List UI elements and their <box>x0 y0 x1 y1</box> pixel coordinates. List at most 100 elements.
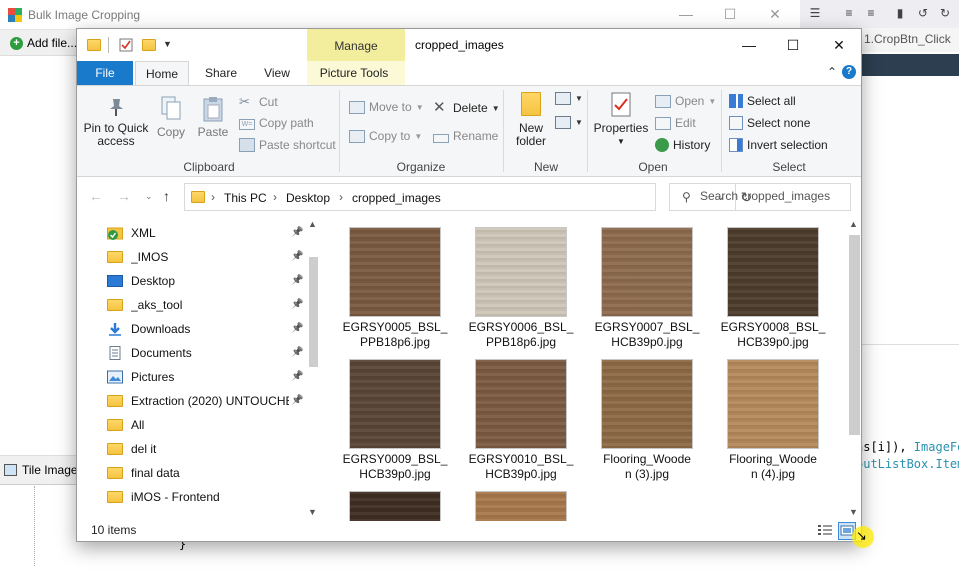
history-button[interactable]: History <box>655 138 710 152</box>
pin-icon[interactable]: 📌 <box>291 227 303 238</box>
pin-icon[interactable]: 📌 <box>291 371 303 382</box>
copy-to-button[interactable]: Copy to ▼ <box>349 129 422 143</box>
delete-button[interactable]: ✕ Delete ▼ <box>433 100 500 116</box>
folder-icon <box>107 395 123 407</box>
nav-item[interactable]: Documents <box>107 341 307 365</box>
file-item[interactable] <box>459 491 583 521</box>
help-icon[interactable]: ? <box>842 65 856 79</box>
pin-to-quick-access-button[interactable]: Pin to Quick access <box>83 96 149 148</box>
customize-quick-access-icon[interactable]: ▼ <box>163 39 177 53</box>
invert-selection-icon <box>729 138 743 152</box>
pin-icon[interactable]: 📌 <box>291 347 303 358</box>
ide-bookmark-icon[interactable]: ▮ <box>893 6 907 20</box>
scrollbar-thumb[interactable] <box>849 235 860 435</box>
scroll-up-arrow[interactable]: ▲ <box>308 219 317 229</box>
file-item[interactable]: EGRSY0010_BSL_ HCB39p0.jpg <box>459 359 583 482</box>
tab-file[interactable]: File <box>77 61 133 85</box>
file-item[interactable]: Flooring_Woode n (4).jpg <box>711 359 835 482</box>
file-item[interactable]: EGRSY0006_BSL_ PPB18p6.jpg <box>459 227 583 350</box>
add-file-button[interactable]: + Add file... <box>10 36 77 50</box>
search-box[interactable]: ⚲ <box>669 183 851 211</box>
scroll-down-arrow[interactable]: ▼ <box>308 507 317 517</box>
new-folder-quick-icon[interactable] <box>142 39 156 51</box>
nav-item[interactable]: final data <box>107 461 307 485</box>
pin-icon[interactable]: 📌 <box>291 395 303 406</box>
wood-grain-texture <box>728 360 818 448</box>
bg-close-button[interactable]: ✕ <box>765 4 785 24</box>
pin-icon[interactable]: 📌 <box>291 275 303 286</box>
open-button[interactable]: Open ▼ <box>655 94 716 108</box>
breadcrumb-cropped-images[interactable]: cropped_images <box>352 191 441 205</box>
ide-indent-icon[interactable]: ≡ <box>864 6 878 20</box>
pin-icon[interactable]: 📌 <box>291 251 303 262</box>
breadcrumb-this-pc[interactable]: This PC <box>224 191 267 205</box>
nav-item[interactable]: Downloads <box>107 317 307 341</box>
recent-locations-button[interactable]: ⌄ <box>145 191 153 202</box>
minimize-button[interactable]: — <box>736 33 762 57</box>
ide-prev-bookmark-icon[interactable]: ↺ <box>916 6 930 20</box>
nav-item[interactable]: del it <box>107 437 307 461</box>
file-item[interactable]: EGRSY0008_BSL_ HCB39p0.jpg <box>711 227 835 350</box>
forward-button[interactable]: → <box>117 188 131 204</box>
new-item-icon <box>555 92 571 105</box>
scrollbar-thumb[interactable] <box>309 257 318 367</box>
new-item-button[interactable]: ▼ <box>555 92 583 105</box>
cut-button[interactable]: ✂ Cut <box>239 94 278 110</box>
file-item[interactable]: Flooring_Woode n (3).jpg <box>585 359 709 482</box>
copy-path-button[interactable]: W= Copy path <box>239 116 314 130</box>
nav-item[interactable]: _aks_tool <box>107 293 307 317</box>
details-view-button[interactable] <box>817 522 835 540</box>
file-item[interactable]: EGRSY0005_BSL_ PPB18p6.jpg <box>333 227 457 350</box>
ide-next-bookmark-icon[interactable]: ↻ <box>938 6 952 20</box>
nav-item[interactable]: iMOS - Frontend <box>107 485 307 509</box>
collapse-ribbon-icon[interactable]: ⌃ <box>827 65 837 79</box>
nav-item[interactable]: Desktop <box>107 269 307 293</box>
properties-button[interactable]: Properties ▼ <box>591 92 651 148</box>
pin-icon[interactable]: 📌 <box>291 299 303 310</box>
edit-button[interactable]: Edit <box>655 116 696 130</box>
tab-picture-tools[interactable]: Picture Tools <box>309 61 399 85</box>
tab-manage[interactable]: Manage <box>307 29 405 61</box>
properties-quick-icon[interactable] <box>119 38 133 52</box>
back-button[interactable]: ← <box>89 188 103 204</box>
easy-access-button[interactable]: ▼ <box>555 116 583 129</box>
scroll-down-arrow[interactable]: ▼ <box>849 507 858 517</box>
select-all-label: Select all <box>747 94 796 108</box>
nav-item[interactable]: _IMOS <box>107 245 307 269</box>
file-item[interactable]: EGRSY0007_BSL_ HCB39p0.jpg <box>585 227 709 350</box>
file-item[interactable]: EGRSY0009_BSL_ HCB39p0.jpg <box>333 359 457 482</box>
nav-item[interactable]: Extraction (2020) UNTOUCHED <box>107 389 307 413</box>
file-list-scrollbar[interactable]: ▲ ▼ <box>847 215 861 521</box>
pin-icon[interactable]: 📌 <box>291 323 303 334</box>
bg-minimize-button[interactable]: — <box>676 4 696 24</box>
search-input[interactable] <box>700 189 848 203</box>
maximize-button[interactable]: ☐ <box>780 33 806 57</box>
up-button[interactable]: ↑ <box>163 188 170 204</box>
nav-item[interactable]: All <box>107 413 307 437</box>
copy-button[interactable]: Copy <box>153 96 189 139</box>
tab-home[interactable]: Home <box>135 61 189 86</box>
tab-view[interactable]: View <box>251 61 303 85</box>
bg-maximize-button[interactable]: ☐ <box>720 4 740 24</box>
select-none-button[interactable]: Select none <box>729 116 810 130</box>
breadcrumb-desktop[interactable]: Desktop <box>286 191 330 205</box>
ide-align-icon[interactable]: ≡ <box>842 6 856 20</box>
nav-item[interactable]: XML <box>107 221 307 245</box>
scroll-up-arrow[interactable]: ▲ <box>849 219 858 229</box>
file-item[interactable] <box>333 491 457 521</box>
nav-item[interactable]: Pictures <box>107 365 307 389</box>
move-to-button[interactable]: Move to ▼ <box>349 100 424 114</box>
rename-button[interactable]: Rename <box>433 129 498 143</box>
new-folder-button[interactable]: New folder <box>509 92 553 148</box>
paste-button[interactable]: Paste <box>195 96 231 139</box>
tab-share[interactable]: Share <box>195 61 247 85</box>
file-thumbnail <box>349 359 441 449</box>
paste-shortcut-button[interactable]: Paste shortcut <box>239 138 336 152</box>
close-button[interactable]: ✕ <box>826 33 852 57</box>
ide-tool-icon[interactable]: ☰ <box>808 6 822 20</box>
invert-selection-button[interactable]: Invert selection <box>729 138 828 152</box>
navigation-scrollbar[interactable]: ▲ ▼ <box>306 215 320 521</box>
copy-path-icon: W= <box>239 119 255 130</box>
address-bar[interactable]: › This PC › Desktop › cropped_images ⌄ ↻ <box>184 183 752 211</box>
select-all-button[interactable]: Select all <box>729 94 796 108</box>
